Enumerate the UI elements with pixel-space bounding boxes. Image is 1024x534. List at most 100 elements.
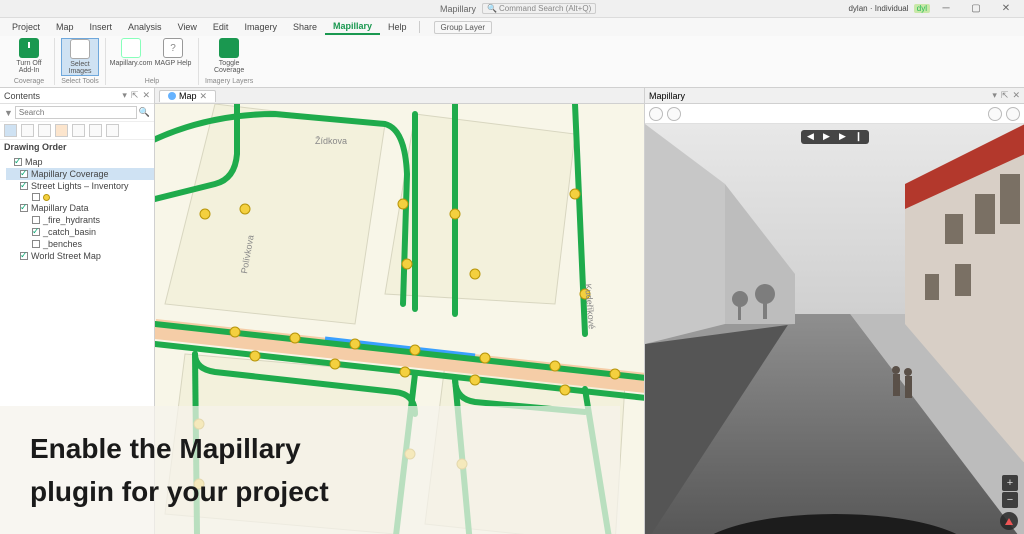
maximize-button[interactable]: ▢ xyxy=(966,3,986,14)
ribbon: Turn Off Add-In Coverage Select Images S… xyxy=(0,36,1024,88)
menu-insert[interactable]: Insert xyxy=(82,20,121,34)
zoom-in-button[interactable]: + xyxy=(1002,475,1018,491)
viewer-title: Mapillary xyxy=(649,91,685,101)
nav-play-button[interactable]: ▶ xyxy=(821,131,833,143)
power-icon xyxy=(19,38,39,58)
user-badge: dyl xyxy=(914,4,930,13)
layer-tree: Map Mapillary Coverage Street Lights – Inv… xyxy=(0,154,154,264)
search-go-icon[interactable]: 🔍 xyxy=(139,107,150,118)
turn-off-addin-button[interactable]: Turn Off Add-In xyxy=(10,38,48,74)
group-layer-button[interactable]: Group Layer xyxy=(434,21,492,34)
toc-view-selection-icon[interactable] xyxy=(38,124,51,137)
viewer-nav: ◀ ▶ ▶ ❙ xyxy=(801,130,869,144)
layer-node[interactable] xyxy=(6,192,154,202)
nav-prev-button[interactable]: ◀ xyxy=(805,131,817,143)
minimize-button[interactable]: ─ xyxy=(936,3,956,14)
select-icon xyxy=(70,39,90,59)
layer-checkbox[interactable] xyxy=(32,193,40,201)
layer-checkbox[interactable] xyxy=(32,216,40,224)
compass-needle-icon xyxy=(1005,518,1013,525)
drawing-order-label: Drawing Order xyxy=(0,140,154,154)
toc-view-source-icon[interactable] xyxy=(21,124,34,137)
menu-share[interactable]: Share xyxy=(285,20,325,34)
toc-more-icon[interactable] xyxy=(106,124,119,137)
toc-view-list-icon[interactable] xyxy=(4,124,17,137)
contents-toolbar xyxy=(0,122,154,140)
layer-label: Map xyxy=(25,157,43,167)
toggle-coverage-button[interactable]: Toggle Coverage xyxy=(210,38,248,74)
zoom-out-button[interactable]: − xyxy=(1002,492,1018,508)
layer-label: _catch_basin xyxy=(43,227,96,237)
menu-help[interactable]: Help xyxy=(380,20,415,34)
menu-analysis[interactable]: Analysis xyxy=(120,20,170,34)
mapillary-com-button[interactable]: Mapillary.com xyxy=(112,38,150,67)
menu-view[interactable]: View xyxy=(170,20,205,34)
toc-edit-icon[interactable] xyxy=(55,124,68,137)
layer-label: Mapillary Coverage xyxy=(31,169,109,179)
layer-node[interactable]: World Street Map xyxy=(6,250,154,262)
help-icon: ? xyxy=(163,38,183,58)
layer-node[interactable]: Mapillary Data xyxy=(6,202,154,214)
ribbon-group-help: Help xyxy=(145,78,159,85)
layer-node[interactable]: _benches xyxy=(6,238,154,250)
layer-checkbox[interactable] xyxy=(20,170,28,178)
layer-node[interactable]: Mapillary Coverage xyxy=(6,168,154,180)
menu-map[interactable]: Map xyxy=(48,20,82,34)
layer-node[interactable]: Map xyxy=(6,156,154,168)
select-images-button[interactable]: Select Images xyxy=(61,38,99,76)
ribbon-group-select: Select Tools xyxy=(61,78,99,85)
caption-overlay: Enable the Mapillary plugin for your pro… xyxy=(0,406,620,534)
map-tab-close-icon[interactable]: ✕ xyxy=(200,91,208,102)
viewer-filter-button[interactable] xyxy=(649,107,663,121)
layer-node[interactable]: _fire_hydrants xyxy=(6,214,154,226)
layer-node[interactable]: Street Lights – Inventory xyxy=(6,180,154,192)
app-title: Mapillary xyxy=(440,4,476,14)
layer-checkbox[interactable] xyxy=(14,158,22,166)
symbol-dot-icon xyxy=(43,194,50,201)
close-button[interactable]: ✕ xyxy=(996,3,1016,14)
panel-menu-icon[interactable]: ▾ xyxy=(122,90,127,101)
viewer-close-icon[interactable]: ✕ xyxy=(1012,90,1020,101)
layer-node[interactable]: _catch_basin xyxy=(6,226,154,238)
main-menu: Project Map Insert Analysis View Edit Im… xyxy=(0,18,1024,36)
viewer-add-button[interactable] xyxy=(988,107,1002,121)
command-search[interactable]: 🔍 Command Search (Alt+Q) xyxy=(482,3,596,14)
nav-next-button[interactable]: ▶ xyxy=(837,131,849,143)
map-tab[interactable]: Map ✕ xyxy=(159,90,216,102)
svg-text:Žídkova: Žídkova xyxy=(315,136,347,146)
ribbon-group-imagery: Imagery Layers xyxy=(205,78,253,85)
layer-checkbox[interactable] xyxy=(32,228,40,236)
viewer-menu-icon[interactable]: ▾ xyxy=(992,90,997,101)
toc-label-icon[interactable] xyxy=(72,124,85,137)
ribbon-group-coverage: Coverage xyxy=(14,78,44,85)
panel-pin-icon[interactable]: ⇱ xyxy=(131,90,139,101)
viewer-more-button[interactable] xyxy=(1006,107,1020,121)
user-label[interactable]: dylan · Individual dyl xyxy=(848,4,930,13)
panel-close-icon[interactable]: ✕ xyxy=(142,90,150,101)
layer-checkbox[interactable] xyxy=(20,182,28,190)
layer-label: Mapillary Data xyxy=(31,203,89,213)
compass-button[interactable] xyxy=(1000,512,1018,530)
layer-label: _fire_hydrants xyxy=(43,215,100,225)
nav-end-button[interactable]: ❙ xyxy=(853,131,865,143)
viewer-pin-icon[interactable]: ⇱ xyxy=(1001,90,1009,101)
layer-checkbox[interactable] xyxy=(32,240,40,248)
layer-checkbox[interactable] xyxy=(20,252,28,260)
menu-imagery[interactable]: Imagery xyxy=(236,20,285,34)
street-view-canvas[interactable]: ◀ ▶ ▶ ❙ + − xyxy=(645,124,1024,534)
layer-label: _benches xyxy=(43,239,82,249)
menu-edit[interactable]: Edit xyxy=(205,20,237,34)
layer-label: World Street Map xyxy=(31,251,101,261)
toc-snap-icon[interactable] xyxy=(89,124,102,137)
contents-search-input[interactable] xyxy=(15,106,137,119)
contents-title: Contents xyxy=(4,91,40,101)
filter-icon[interactable]: ▼ xyxy=(4,108,13,118)
magp-help-button[interactable]: ? MAGP Help xyxy=(154,38,192,67)
menu-project[interactable]: Project xyxy=(4,20,48,34)
viewer-settings-button[interactable] xyxy=(667,107,681,121)
menu-mapillary[interactable]: Mapillary xyxy=(325,19,380,35)
globe-icon xyxy=(121,38,141,58)
map-tab-icon xyxy=(168,92,176,100)
layer-label: Street Lights – Inventory xyxy=(31,181,129,191)
layer-checkbox[interactable] xyxy=(20,204,28,212)
